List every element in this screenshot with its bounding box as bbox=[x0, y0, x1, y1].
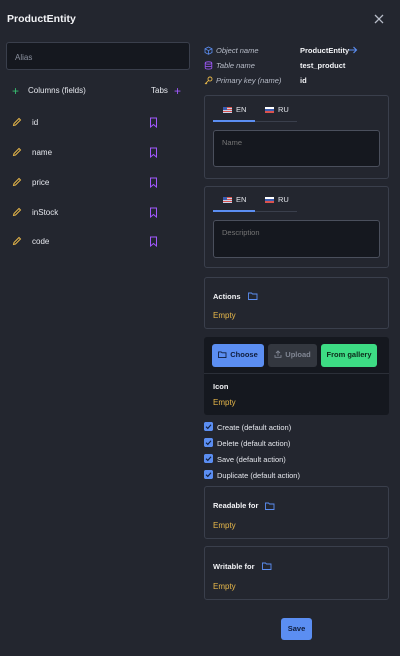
divider bbox=[204, 373, 389, 374]
pencil-icon[interactable] bbox=[12, 207, 22, 217]
tab-en[interactable]: EN bbox=[223, 105, 246, 114]
checkbox-label: Save (default action) bbox=[217, 455, 286, 464]
pencil-icon[interactable] bbox=[12, 147, 22, 157]
folder-icon[interactable] bbox=[262, 562, 272, 570]
add-column-icon[interactable]: + bbox=[12, 85, 19, 97]
column-name: inStock bbox=[32, 208, 59, 217]
column-name: code bbox=[32, 237, 50, 246]
column-row[interactable]: id bbox=[12, 117, 162, 131]
folder-open-icon bbox=[218, 350, 227, 358]
alias-input[interactable]: Alias bbox=[6, 42, 190, 70]
pencil-icon[interactable] bbox=[12, 177, 22, 187]
icon-title: Icon bbox=[213, 382, 229, 391]
bookmark-icon[interactable] bbox=[149, 207, 158, 218]
actions-card bbox=[204, 277, 389, 329]
icon-value: Empty bbox=[213, 398, 236, 407]
column-name: price bbox=[32, 178, 50, 187]
primary-key-key: Primary key (name) bbox=[216, 76, 282, 85]
column-name: id bbox=[32, 118, 39, 127]
upload-button[interactable]: Upload bbox=[268, 344, 317, 367]
writable-value: Empty bbox=[213, 582, 236, 591]
choose-label: Choose bbox=[230, 350, 258, 359]
tabs-label: Tabs bbox=[151, 86, 168, 95]
checkbox-label: Delete (default action) bbox=[217, 439, 291, 448]
key-icon bbox=[204, 76, 213, 85]
readable-title: Readable for bbox=[213, 501, 259, 510]
checkbox-checked-icon[interactable] bbox=[204, 454, 213, 463]
pencil-icon[interactable] bbox=[12, 236, 22, 246]
writable-title: Writable for bbox=[213, 562, 255, 571]
add-tab-icon[interactable]: + bbox=[174, 85, 181, 97]
save-button[interactable]: Save bbox=[281, 618, 312, 640]
upload-icon bbox=[274, 349, 282, 358]
actions-title: Actions bbox=[213, 292, 241, 301]
us-flag-icon bbox=[223, 197, 232, 203]
arrow-right-icon[interactable] bbox=[348, 45, 358, 55]
tab-en-label: EN bbox=[236, 105, 247, 114]
description-textarea[interactable] bbox=[213, 220, 380, 258]
table-name-value: test_product bbox=[300, 61, 346, 70]
folder-icon[interactable] bbox=[248, 292, 258, 300]
name-textarea[interactable] bbox=[213, 130, 380, 167]
column-name: name bbox=[32, 148, 53, 157]
tab-en[interactable]: EN bbox=[223, 195, 246, 204]
tab-ru-label: RU bbox=[278, 195, 289, 204]
actions-value: Empty bbox=[213, 311, 236, 320]
bookmark-icon[interactable] bbox=[149, 177, 158, 188]
bookmark-icon[interactable] bbox=[149, 147, 158, 158]
ru-flag-icon bbox=[265, 107, 274, 113]
checkbox-checked-icon[interactable] bbox=[204, 470, 213, 479]
tab-en-label: EN bbox=[236, 195, 247, 204]
checkbox-label: Duplicate (default action) bbox=[217, 471, 300, 480]
object-name-key: Object name bbox=[216, 46, 259, 55]
column-row[interactable]: name bbox=[12, 147, 162, 161]
column-row[interactable]: inStock bbox=[12, 207, 162, 221]
table-name-key: Table name bbox=[216, 61, 255, 70]
close-icon[interactable] bbox=[372, 12, 386, 26]
tab-active-indicator bbox=[213, 210, 255, 212]
ru-flag-icon bbox=[265, 197, 274, 203]
cube-icon bbox=[204, 46, 213, 55]
tab-ru[interactable]: RU bbox=[265, 195, 289, 204]
object-name-value: ProductEntity bbox=[300, 46, 350, 55]
us-flag-icon bbox=[223, 107, 232, 113]
writable-card bbox=[204, 546, 389, 600]
folder-icon[interactable] bbox=[265, 502, 275, 510]
pencil-icon[interactable] bbox=[12, 117, 22, 127]
bookmark-icon[interactable] bbox=[149, 117, 158, 128]
column-row[interactable]: code bbox=[12, 236, 162, 250]
upload-label: Upload bbox=[285, 350, 311, 359]
tab-ru-label: RU bbox=[278, 105, 289, 114]
dialog-title: ProductEntity bbox=[7, 13, 76, 25]
checkbox-checked-icon[interactable] bbox=[204, 422, 213, 431]
from-gallery-button[interactable]: From gallery bbox=[321, 344, 377, 367]
checkbox-label: Create (default action) bbox=[217, 423, 292, 432]
readable-value: Empty bbox=[213, 521, 236, 530]
database-icon bbox=[204, 61, 213, 70]
tab-ru[interactable]: RU bbox=[265, 105, 289, 114]
columns-header: Columns (fields) bbox=[28, 86, 86, 95]
checkbox-checked-icon[interactable] bbox=[204, 438, 213, 447]
readable-card bbox=[204, 486, 389, 539]
bookmark-icon[interactable] bbox=[149, 236, 158, 247]
tab-active-indicator bbox=[213, 120, 255, 122]
column-row[interactable]: price bbox=[12, 177, 162, 191]
choose-button[interactable]: Choose bbox=[212, 344, 264, 367]
primary-key-value: id bbox=[300, 76, 307, 85]
